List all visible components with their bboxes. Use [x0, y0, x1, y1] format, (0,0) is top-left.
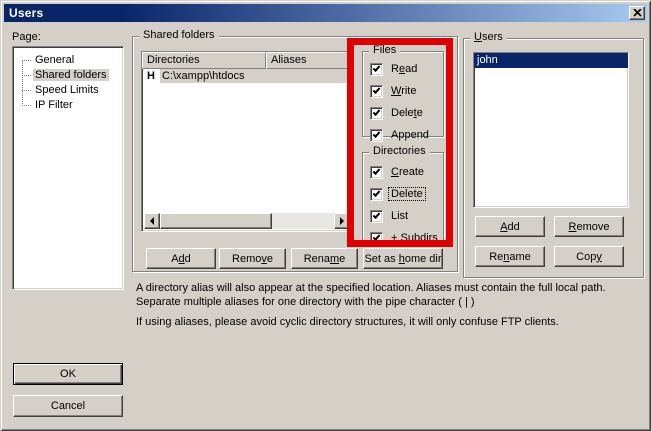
titlebar: Users	[4, 4, 647, 22]
users-list: john	[473, 52, 629, 208]
checkmark-icon	[373, 64, 381, 72]
subdirs-checkbox[interactable]	[370, 232, 383, 245]
directories-permissions-group: Directories Create Delete List + Subdirs	[362, 152, 444, 242]
page-label: Page:	[12, 31, 41, 43]
rename-user-button[interactable]: Rename	[475, 246, 545, 267]
cyclic-note: If using aliases, please avoid cyclic di…	[136, 315, 641, 329]
page-item-shared-folders[interactable]: Shared folders	[13, 68, 123, 83]
checkmark-icon	[373, 233, 381, 241]
checkbox-append[interactable]: Append	[370, 128, 431, 142]
home-flag: H	[142, 70, 160, 82]
checkmark-icon	[373, 167, 381, 175]
read-checkbox[interactable]	[370, 63, 383, 76]
window-title: Users	[4, 6, 43, 20]
copy-user-button[interactable]: Copy	[554, 246, 624, 267]
checkbox-create[interactable]: Create	[370, 165, 426, 179]
page-list: General Shared folders Speed Limits IP F…	[12, 46, 124, 290]
shared-folders-group-label: Shared folders	[139, 29, 219, 41]
set-as-home-dir-button[interactable]: Set as home dir	[363, 248, 443, 269]
shared-folders-table: Directories Aliases H C:\xampp\htdocs	[141, 51, 353, 232]
checkbox-file-delete[interactable]: Delete	[370, 106, 425, 120]
checkbox-dir-delete[interactable]: Delete	[370, 187, 425, 201]
left-arrow-icon	[150, 217, 154, 225]
page-tree: General Shared folders Speed Limits IP F…	[13, 47, 123, 289]
scroll-left-button[interactable]	[144, 213, 160, 229]
checkbox-subdirs[interactable]: + Subdirs	[370, 231, 440, 245]
user-item-john[interactable]: john	[474, 53, 628, 68]
page-item-ip-filter[interactable]: IP Filter	[13, 98, 123, 113]
users-group-label: Users	[470, 31, 507, 43]
create-checkbox[interactable]	[370, 166, 383, 179]
page-item-general[interactable]: General	[13, 53, 123, 68]
list-checkbox[interactable]	[370, 210, 383, 223]
files-permissions-group: Files Read Write Delete Append	[362, 51, 444, 137]
checkbox-list[interactable]: List	[370, 209, 410, 223]
table-row[interactable]: H C:\xampp\htdocs	[142, 69, 352, 83]
page-item-speed-limits[interactable]: Speed Limits	[13, 83, 123, 98]
horizontal-scrollbar[interactable]	[144, 213, 350, 229]
checkmark-icon	[373, 108, 381, 116]
table-header: Directories Aliases	[142, 52, 352, 69]
scroll-right-button[interactable]	[334, 213, 350, 229]
directories-group-label: Directories	[369, 145, 430, 157]
checkmark-icon	[373, 86, 381, 94]
files-group-label: Files	[369, 44, 400, 56]
checkbox-read[interactable]: Read	[370, 62, 419, 76]
append-checkbox[interactable]	[370, 129, 383, 142]
column-header-aliases[interactable]: Aliases	[266, 52, 352, 69]
remove-user-button[interactable]: Remove	[554, 216, 624, 237]
checkbox-write[interactable]: Write	[370, 84, 418, 98]
add-directory-button[interactable]: Add	[146, 248, 216, 269]
right-arrow-icon	[340, 217, 344, 225]
ok-button[interactable]: OK	[13, 363, 123, 385]
write-checkbox[interactable]	[370, 85, 383, 98]
alias-note: A directory alias will also appear at th…	[136, 281, 641, 309]
users-group: Users john Add Remove Rename Copy	[463, 38, 644, 278]
file-delete-checkbox[interactable]	[370, 107, 383, 120]
rename-directory-button[interactable]: Rename	[291, 248, 358, 269]
close-button[interactable]	[629, 6, 645, 20]
scrollbar-thumb[interactable]	[160, 213, 272, 229]
checkmark-icon	[373, 211, 381, 219]
cancel-button[interactable]: Cancel	[13, 395, 123, 417]
checkmark-icon	[373, 130, 381, 138]
column-header-directories[interactable]: Directories	[142, 52, 266, 69]
checkmark-icon	[373, 189, 381, 197]
users-dialog: Users Page: General Shared folders Speed…	[0, 0, 651, 431]
add-user-button[interactable]: Add	[475, 216, 545, 237]
dir-delete-checkbox[interactable]	[370, 188, 383, 201]
remove-directory-button[interactable]: Remove	[219, 248, 286, 269]
close-icon	[633, 9, 642, 17]
directory-cell: C:\xampp\htdocs	[160, 69, 352, 83]
